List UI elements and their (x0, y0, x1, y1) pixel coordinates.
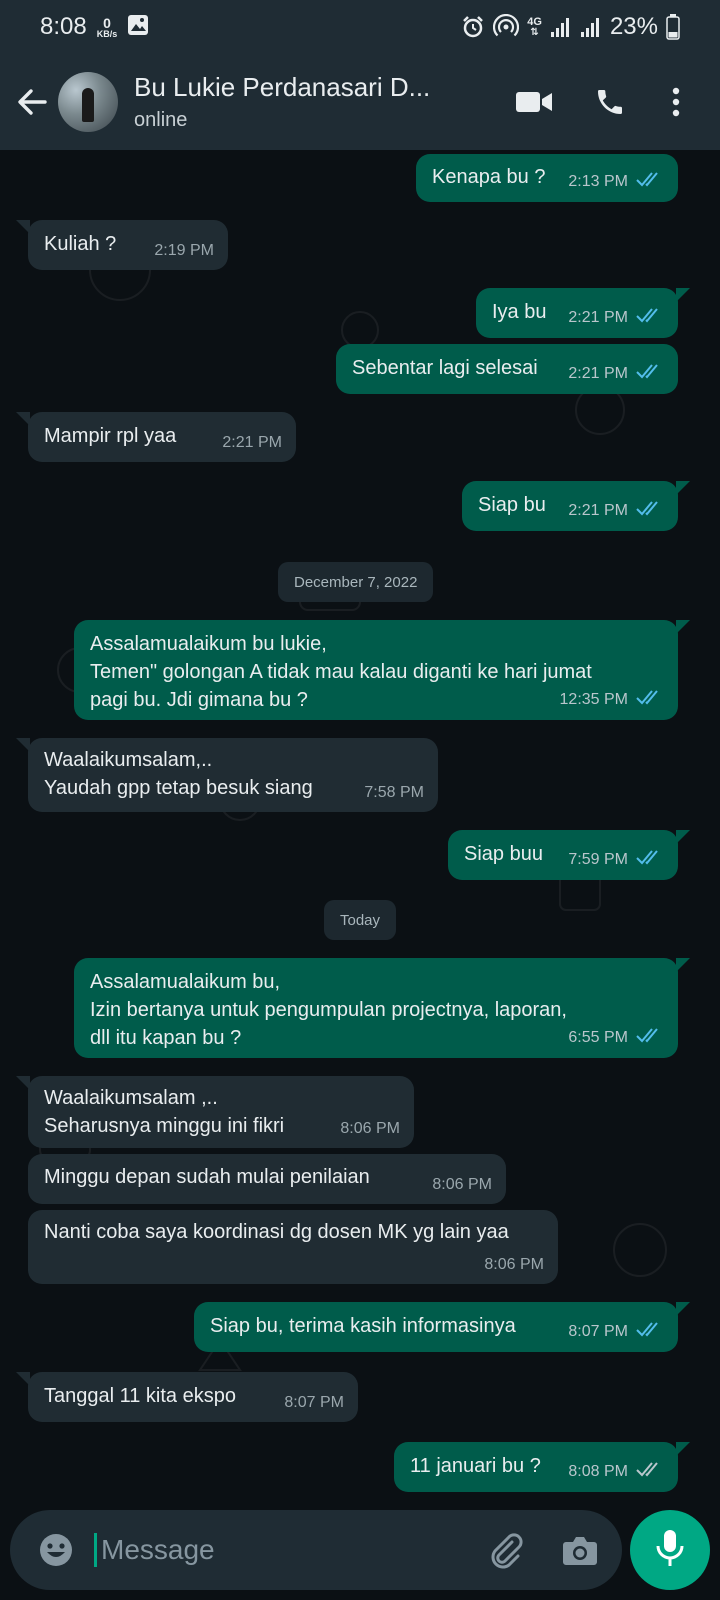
message-outgoing[interactable]: Assalamualaikum bu lukie, Temen" golonga… (74, 620, 690, 720)
battery-icon (666, 14, 680, 40)
hotspot-icon (493, 14, 520, 40)
message-time: 7:58 PM (364, 784, 424, 801)
message-incoming[interactable]: Tanggal 11 kita ekspo 8:07 PM (16, 1372, 358, 1422)
message-time: 6:55 PM (568, 1028, 628, 1046)
message-outgoing[interactable]: Kenapa bu ? 2:13 PM (416, 154, 678, 202)
message-outgoing[interactable]: 11 januari bu ? 8:08 PM (394, 1442, 690, 1492)
signal-icon (550, 16, 572, 38)
message-time: 8:07 PM (284, 1394, 344, 1411)
date-separator: December 7, 2022 (278, 562, 434, 602)
signal-icon-2 (580, 16, 602, 38)
message-outgoing[interactable]: Sebentar lagi selesai 2:21 PM (336, 344, 678, 394)
message-outgoing[interactable]: Siap buu 7:59 PM (448, 830, 690, 880)
message-time: 8:07 PM (568, 1322, 628, 1340)
message-time: 8:06 PM (484, 1256, 544, 1273)
message-time: 2:21 PM (568, 308, 628, 326)
message-incoming[interactable]: Mampir rpl yaa 2:21 PM (16, 412, 296, 462)
status-bar: 8:08 0 KB/s 4G ⇅ 23% (0, 0, 720, 54)
network-type: 4G ⇅ (527, 15, 542, 38)
gallery-icon (127, 14, 149, 41)
read-receipt-icon (628, 307, 664, 328)
microphone-button[interactable] (630, 1510, 710, 1590)
message-incoming[interactable]: Nanti coba saya koordinasi dg dosen MK y… (28, 1210, 558, 1284)
contact-info[interactable]: Bu Lukie Perdanasari D... online (134, 72, 430, 132)
date-separator: Today (324, 900, 397, 940)
microphone-icon (655, 1529, 685, 1572)
message-incoming[interactable]: Waalaikumsalam,.. Yaudah gpp tetap besuk… (16, 738, 438, 812)
message-input[interactable]: Message (101, 1534, 215, 1566)
status-time: 8:08 (40, 13, 87, 40)
message-outgoing[interactable]: Siap bu 2:21 PM (462, 481, 690, 531)
camera-icon[interactable] (552, 1522, 608, 1578)
arrow-left-icon[interactable] (6, 76, 58, 128)
read-receipt-icon (628, 849, 664, 870)
message-time: 2:21 PM (222, 434, 282, 451)
emoji-icon[interactable] (28, 1522, 84, 1578)
battery-percent: 23% (609, 13, 658, 40)
message-outgoing[interactable]: Siap bu, terima kasih informasinya 8:07 … (194, 1302, 690, 1352)
message-time: 8:06 PM (432, 1176, 492, 1193)
contact-avatar[interactable] (58, 72, 118, 132)
paperclip-icon[interactable] (478, 1522, 534, 1578)
video-call-icon[interactable] (496, 72, 572, 132)
read-receipt-icon (628, 500, 664, 521)
message-time: 2:13 PM (568, 172, 628, 190)
message-outgoing[interactable]: Assalamualaikum bu, Izin bertanya untuk … (74, 958, 690, 1058)
message-time: 2:21 PM (568, 501, 628, 519)
message-time: 8:06 PM (340, 1120, 400, 1137)
read-receipt-icon (628, 171, 664, 192)
message-incoming[interactable]: Minggu depan sudah mulai penilaian 8:06 … (28, 1154, 506, 1204)
read-receipt-icon (628, 1321, 664, 1342)
delivered-receipt-icon (628, 1461, 664, 1482)
alarm-icon (461, 15, 485, 39)
network-speed: 0 KB/s (96, 14, 118, 39)
message-time: 2:21 PM (568, 364, 628, 382)
message-time: 12:35 PM (559, 690, 628, 708)
message-composer: Message (10, 1510, 622, 1590)
message-incoming[interactable]: Waalaikumsalam ,.. Seharusnya minggu ini… (16, 1076, 414, 1148)
read-receipt-icon (628, 363, 664, 384)
read-receipt-icon (628, 1027, 664, 1048)
phone-icon[interactable] (572, 72, 648, 132)
message-outgoing[interactable]: Iya bu 2:21 PM (476, 288, 690, 338)
message-incoming[interactable]: Kuliah ? 2:19 PM (16, 220, 228, 270)
message-time: 8:08 PM (568, 1462, 628, 1480)
message-time: 2:19 PM (154, 242, 214, 259)
contact-name[interactable]: Bu Lukie Perdanasari D... (134, 72, 430, 103)
chat-header: Bu Lukie Perdanasari D... online (0, 54, 720, 150)
read-receipt-icon (628, 689, 664, 710)
contact-status: online (134, 109, 188, 131)
message-time: 7:59 PM (568, 850, 628, 868)
chat-area[interactable]: Kenapa bu ? 2:13 PM Kuliah ? 2:19 PM Iya… (0, 150, 720, 1500)
more-vertical-icon[interactable] (648, 72, 704, 132)
text-cursor (94, 1533, 97, 1567)
